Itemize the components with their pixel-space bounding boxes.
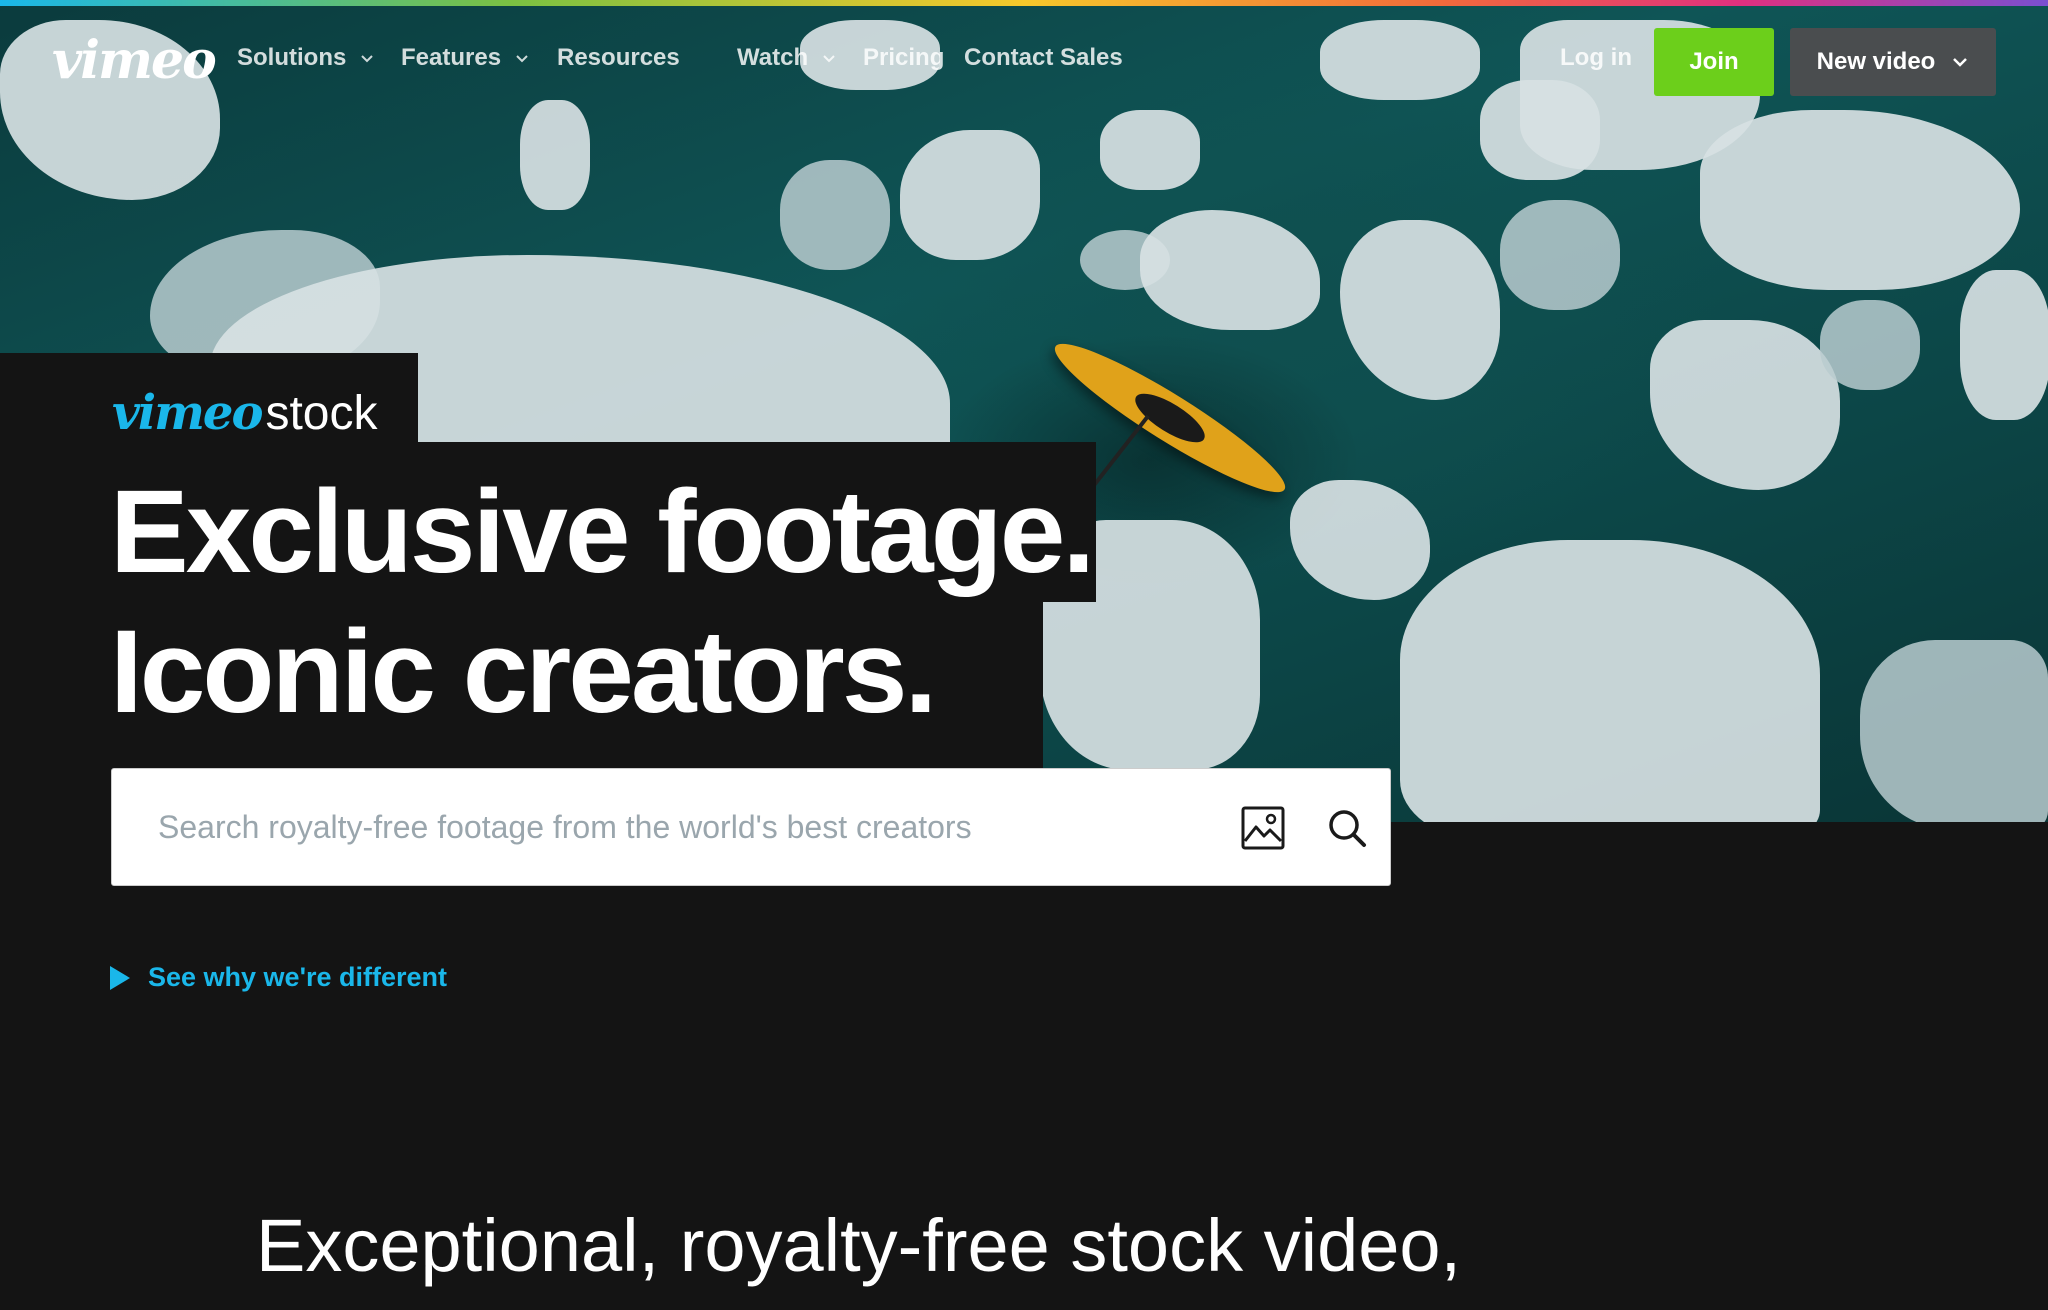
chevron-down-icon (516, 54, 528, 63)
new-video-button[interactable]: New video (1790, 28, 1996, 96)
brand-primary: vimeo (112, 385, 263, 441)
nav-item-pricing[interactable]: Pricing (863, 44, 944, 72)
chevron-down-icon (823, 54, 835, 63)
see-why-link[interactable]: See why we're different (110, 962, 447, 993)
chevron-down-icon (361, 54, 373, 63)
page: vimeo Solutions Features Resources Watch… (0, 0, 2048, 1310)
vimeo-logo[interactable]: vimeo (52, 30, 217, 91)
image-icon[interactable] (1240, 805, 1286, 851)
nav-item-solutions[interactable]: Solutions (237, 44, 375, 72)
nav-item-contact-sales[interactable]: Contact Sales (964, 44, 1123, 72)
chevron-down-icon (1953, 58, 1968, 67)
nav-item-features[interactable]: Features (401, 44, 530, 72)
vimeo-stock-logo: vimeo stock (112, 385, 378, 441)
search-input[interactable] (158, 769, 1218, 885)
brand-secondary: stock (265, 387, 378, 440)
nav-item-label: Watch (737, 44, 809, 71)
login-link[interactable]: Log in (1560, 44, 1632, 72)
join-button[interactable]: Join (1654, 28, 1774, 96)
hero-headline: Exclusive footage. Iconic creators. (110, 462, 1095, 742)
see-why-label: See why we're different (148, 962, 448, 992)
headline-line-1: Exclusive footage. (110, 466, 1095, 598)
headline-line-2: Iconic creators. (110, 606, 937, 738)
nav-item-label: Resources (557, 44, 680, 71)
nav-item-resources[interactable]: Resources (557, 44, 680, 72)
nav-item-label: Pricing (863, 44, 945, 71)
nav-item-label: Contact Sales (964, 44, 1123, 71)
tagline: Exceptional, royalty-free stock video, (256, 1204, 1462, 1287)
search-bar (111, 768, 1391, 886)
search-icon[interactable] (1326, 807, 1368, 849)
play-triangle-icon (110, 965, 130, 990)
nav-item-label: Solutions (237, 44, 347, 71)
nav-item-watch[interactable]: Watch (737, 44, 837, 72)
new-video-label: New video (1816, 48, 1936, 75)
nav-item-label: Features (401, 44, 502, 71)
top-nav: vimeo Solutions Features Resources Watch… (0, 6, 2048, 102)
